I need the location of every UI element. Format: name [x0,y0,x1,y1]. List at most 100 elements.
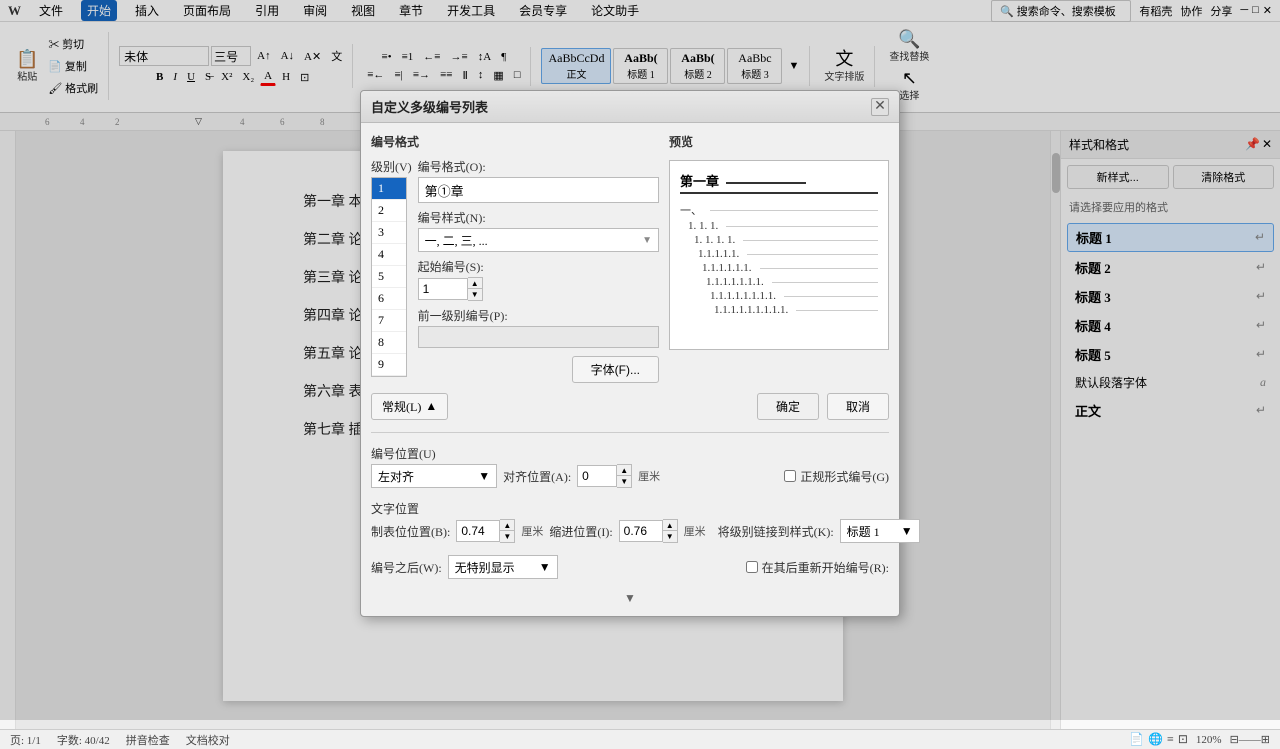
numbering-after-label: 编号之后(W): [371,559,442,576]
level-item-7[interactable]: 7 [372,310,406,332]
preview-line-1: 一、 [680,202,878,218]
level-item-2[interactable]: 2 [372,200,406,222]
preview-line-text-4: 1.1.1.1.1. [698,248,739,260]
view-outline-icon[interactable]: ≡ [1167,732,1174,747]
modal-right-section: 预览 第一章 一、 1. 1. 1. 1. 1. 1. [669,133,889,383]
numbering-dialog: 自定义多级编号列表 ✕ 编号格式 级别(V) 1 2 3 4 [360,90,900,617]
ok-btn[interactable]: 确定 [757,393,819,420]
level-item-6[interactable]: 6 [372,288,406,310]
preview-dash-6 [772,282,878,283]
preview-line-5: 1.1.1.1.1.1. [680,262,878,274]
preview-dash-1 [710,210,878,211]
preview-line-text-5: 1.1.1.1.1.1. [702,262,752,274]
preview-line-text-6: 1.1.1.1.1.1.1. [706,276,764,288]
view-web-icon[interactable]: 🌐 [1148,732,1163,747]
start-spinners: ▲ ▼ [468,277,483,301]
preview-line-8: 1.1.1.1.1.1.1.1.1. [680,304,878,316]
level-item-3[interactable]: 3 [372,222,406,244]
format-o-section: 编号格式(O): [418,158,659,203]
indent-spin-up[interactable]: ▲ [663,520,677,531]
cancel-btn[interactable]: 取消 [827,393,889,420]
expand-row: ▼ [371,591,889,606]
zoom-level: 120% [1196,734,1222,746]
tab-stop-input-group: ▲ ▼ [456,519,515,543]
view-focus-icon[interactable]: ⊡ [1178,732,1188,747]
modal-bottom: 常规(L) ▲ 确定 取消 编号位置(U) 左对齐 ▼ 对齐位置(A): [361,393,899,616]
separator [371,432,889,433]
start-spin-up[interactable]: ▲ [468,278,482,289]
preview-chapter-dash [726,182,806,184]
level-item-1[interactable]: 1 [372,178,406,200]
prev-label: 前一级别编号(P): [418,307,659,324]
restart-label: 在其后重新开始编号(R): [762,559,889,576]
indent-unit: 厘米 [684,523,706,539]
format-n-section: 编号样式(N): 一, 二, 三, ... ▼ [418,209,659,252]
regular-format-row: 正规形式编号(G) [784,468,889,485]
doc-check[interactable]: 文档校对 [186,732,230,748]
tab-stop-spinners: ▲ ▼ [500,519,515,543]
preview-chapter-line: 第一章 [680,171,878,194]
format-fields: 编号格式(O): 编号样式(N): 一, 二, 三, ... ▼ 起始编号(S)… [418,158,659,383]
zoom-slider[interactable]: ⊟——⊞ [1230,733,1270,746]
numbering-after-value: 无特别显示 [455,559,515,576]
main-action-row: 常规(L) ▲ 确定 取消 [371,393,889,420]
font-btn[interactable]: 字体(F)... [572,356,659,383]
link-style-dropdown[interactable]: 标题 1 ▼ [840,519,920,543]
regular-format-checkbox[interactable] [784,470,796,482]
align-pos-input[interactable] [577,465,617,487]
preview-dash-2 [726,226,878,227]
preview-line-3: 1. 1. 1. 1. [680,234,878,246]
tab-spin-up[interactable]: ▲ [500,520,514,531]
numbering-format-title: 编号格式 [371,133,659,150]
link-style-label: 将级别链接到样式(K): [718,523,834,540]
numbering-after-dropdown[interactable]: 无特别显示 ▼ [448,555,558,579]
text-pos-row: 制表位位置(B): ▲ ▼ 厘米 缩进位置(I): ▲ [371,519,889,543]
preview-dash-7 [784,296,878,297]
tab-stop-input[interactable] [456,520,500,542]
level-list: 1 2 3 4 5 6 7 8 9 [371,177,407,377]
align-arrow: ▼ [478,469,490,484]
preview-dash-8 [796,310,878,311]
indent-spin-down[interactable]: ▼ [663,531,677,542]
preview-dash-3 [743,240,878,241]
level-item-5[interactable]: 5 [372,266,406,288]
align-pos-spinners: ▲ ▼ [617,464,632,488]
preview-dash-4 [747,254,878,255]
modal-close-btn[interactable]: ✕ [871,98,889,116]
level-item-4[interactable]: 4 [372,244,406,266]
modal-body: 编号格式 级别(V) 1 2 3 4 5 6 7 8 [361,123,899,393]
level-item-8[interactable]: 8 [372,332,406,354]
start-value-input[interactable] [418,278,468,300]
dropdown-arrow: ▼ [642,235,652,246]
format-n-value: 一, 二, 三, ... [425,232,488,249]
regular-format-label: 正规形式编号(G) [800,468,889,485]
indent-label: 缩进位置(I): [549,523,612,540]
format-n-dropdown[interactable]: 一, 二, 三, ... ▼ [418,228,659,252]
align-pos-unit: 厘米 [638,468,660,484]
text-position-section: 文字位置 制表位位置(B): ▲ ▼ 厘米 缩进位置(I): [371,500,889,547]
align-dropdown[interactable]: 左对齐 ▼ [371,464,497,488]
indent-input[interactable] [619,520,663,542]
font-btn-section: 字体(F)... [418,356,659,383]
spell-check[interactable]: 拼音检查 [126,732,170,748]
link-style-value: 标题 1 [847,523,880,540]
preview-line-7: 1.1.1.1.1.1.1.1. [680,290,878,302]
restart-checkbox[interactable] [746,561,758,573]
preview-line-text-3: 1. 1. 1. 1. [694,234,735,246]
preview-line-text-2: 1. 1. 1. [688,220,718,232]
preview-line-text-7: 1.1.1.1.1.1.1.1. [710,290,776,302]
preview-line-text-8: 1.1.1.1.1.1.1.1.1. [714,304,788,316]
format-o-input[interactable] [418,177,659,203]
level-item-9[interactable]: 9 [372,354,406,376]
tab-spin-down[interactable]: ▼ [500,531,514,542]
expand-arrow[interactable]: ▼ [624,591,636,606]
text-pos-label: 文字位置 [371,500,889,517]
collapse-btn[interactable]: 常规(L) ▲ [371,393,448,420]
start-spin-down[interactable]: ▼ [468,289,482,300]
align-row: 左对齐 ▼ 对齐位置(A): ▲ ▼ 厘米 [371,464,889,488]
position-label: 编号位置(U) [371,445,889,462]
align-spin-down[interactable]: ▼ [617,476,631,487]
align-spin-up[interactable]: ▲ [617,465,631,476]
view-print-icon[interactable]: 📄 [1129,732,1144,747]
preview-label: 预览 [669,133,889,150]
